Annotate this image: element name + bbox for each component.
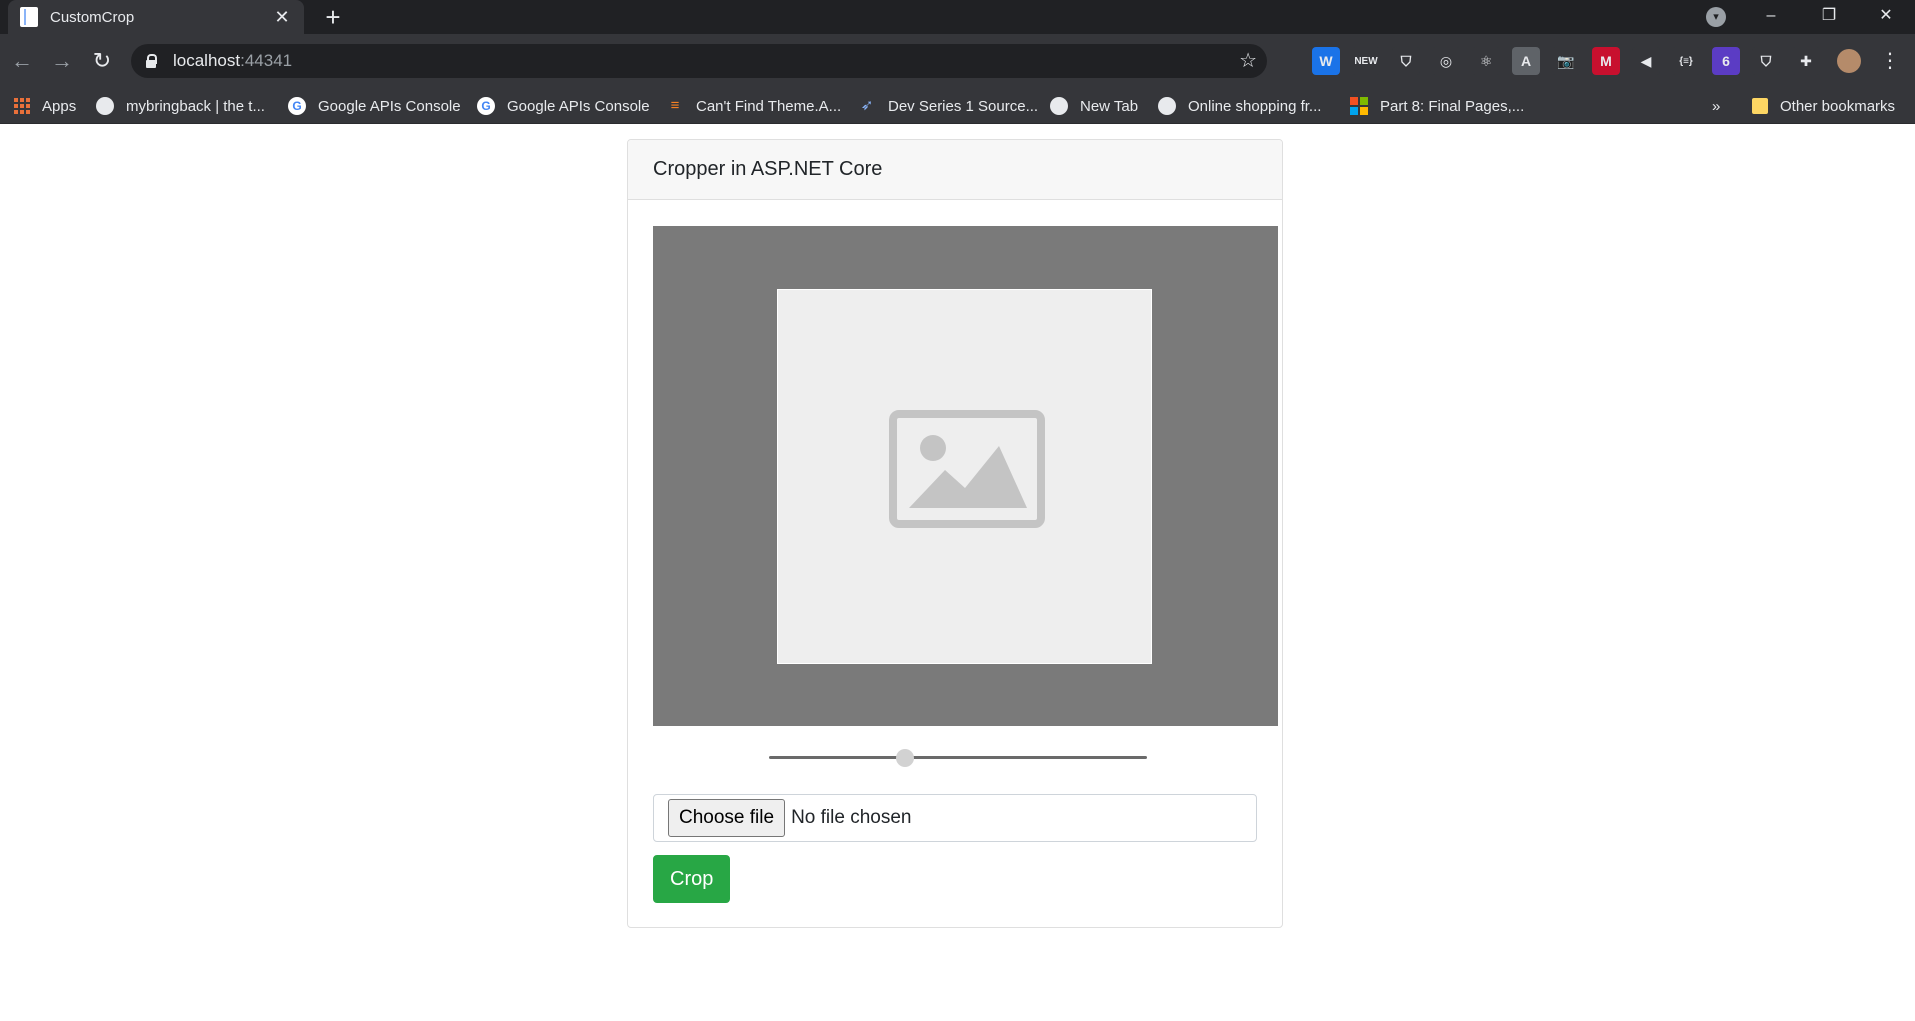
zoom-slider-track <box>769 756 1147 759</box>
new-badge-icon[interactable]: NEW <box>1352 47 1380 75</box>
image-preview[interactable] <box>777 289 1152 664</box>
tab-strip: CustomCrop ✕ + ▾ – ❐ ✕ <box>0 0 1915 34</box>
bookmark-new-tab[interactable]: New Tab <box>1050 88 1138 124</box>
extensions-row: W NEW ⛉ ◎ ⚛ A 📷 M ◀ {≡} 6 ⛉ ✚ <box>1312 47 1832 75</box>
image-placeholder-icon <box>889 410 1045 528</box>
shield-icon[interactable]: ⛉ <box>1392 47 1420 75</box>
bookmark-label: Google APIs Console <box>318 97 461 115</box>
choose-file-button[interactable]: Choose file <box>668 799 786 837</box>
json-icon[interactable]: {≡} <box>1672 47 1700 75</box>
apps-grid-icon <box>14 98 30 114</box>
bookmark-cant-find-theme[interactable]: ≡ Can't Find Theme.A... <box>666 88 842 124</box>
minimize-button[interactable]: – <box>1742 0 1800 34</box>
close-window-button[interactable]: ✕ <box>1857 0 1915 34</box>
browser-menu-icon[interactable]: ⋮ <box>1880 47 1900 75</box>
target-icon[interactable]: ◎ <box>1432 47 1460 75</box>
speaker-icon[interactable]: ◀ <box>1632 47 1660 75</box>
reload-icon[interactable]: ↻ <box>88 47 116 75</box>
bookmark-label: Part 8: Final Pages,... <box>1380 97 1525 115</box>
back-arrow-icon[interactable]: ← <box>8 47 36 75</box>
tab-search-icon[interactable]: ▾ <box>1706 7 1726 27</box>
bookmark-label: mybringback | the t... <box>126 97 265 115</box>
bookmark-label: Other bookmarks <box>1780 97 1896 115</box>
bookmark-label: Dev Series 1 Source... <box>888 97 1039 115</box>
page-favicon-icon <box>20 7 38 27</box>
restore-button[interactable]: ❐ <box>1800 0 1858 34</box>
font-icon[interactable]: A <box>1512 47 1540 75</box>
bookmarks-bar: Apps mybringback | the t... G Google API… <box>0 88 1915 124</box>
zoom-slider[interactable] <box>769 748 1147 768</box>
browser-toolbar: ← → ↻ localhost:44341 ☆ W NEW ⛉ ◎ ⚛ A 📷 M ◀ {≡} 6 ⛉… <box>0 34 1915 88</box>
globe-icon <box>1158 97 1176 115</box>
crop-canvas[interactable] <box>653 226 1278 726</box>
profile-avatar[interactable] <box>1837 49 1861 73</box>
bookmark-part-8[interactable]: Part 8: Final Pages,... <box>1350 88 1524 124</box>
zoom-slider-thumb[interactable] <box>896 749 915 767</box>
bookmark-dev-series[interactable]: ➶ Dev Series 1 Source... <box>858 88 1038 124</box>
url-host: localhost <box>173 51 241 70</box>
card-title: Cropper in ASP.NET Core <box>653 158 883 180</box>
cropper-card: Cropper in ASP.NET Core Choose file No f… <box>627 139 1283 928</box>
bookmark-online-shopping[interactable]: Online shopping fr... <box>1158 88 1321 124</box>
card-header: Cropper in ASP.NET Core <box>628 140 1282 200</box>
lock-icon <box>145 54 157 68</box>
stack-badge-icon[interactable]: 6 <box>1712 47 1740 75</box>
url-port: :44341 <box>240 51 293 70</box>
stackoverflow-icon: ≡ <box>670 97 680 114</box>
bookmark-other-bookmarks[interactable]: Other bookmarks <box>1752 88 1895 124</box>
crop-button[interactable]: Crop <box>653 855 731 903</box>
bookmark-mybringback[interactable]: mybringback | the t... <box>96 88 265 124</box>
folder-icon <box>1752 98 1768 114</box>
bookmark-google-apis-1[interactable]: G Google APIs Console <box>288 88 461 124</box>
file-status-text: No file chosen <box>791 807 912 828</box>
rocket-icon: ➶ <box>860 97 874 114</box>
microsoft-icon <box>1350 97 1368 115</box>
browser-tab-active[interactable]: CustomCrop ✕ <box>8 0 304 34</box>
forward-arrow-icon[interactable]: → <box>48 47 76 75</box>
puzzle-icon[interactable]: ✚ <box>1792 47 1820 75</box>
google-icon: G <box>288 97 306 115</box>
bookmark-label: Can't Find Theme.A... <box>696 97 842 115</box>
camera-icon[interactable]: 📷 <box>1552 47 1580 75</box>
pocket-icon[interactable]: ⛉ <box>1752 47 1780 75</box>
tab-close-icon[interactable]: ✕ <box>272 7 292 28</box>
bookmark-google-apis-2[interactable]: G Google APIs Console <box>477 88 650 124</box>
bookmark-apps[interactable]: Apps <box>14 88 76 124</box>
bookmarks-overflow-button[interactable]: » <box>1712 88 1720 124</box>
bookmark-label: Apps <box>42 97 77 115</box>
tab-title: CustomCrop <box>50 8 135 26</box>
globe-icon <box>96 97 114 115</box>
new-tab-button[interactable]: + <box>318 2 348 32</box>
file-upload-field[interactable]: Choose file No file chosen <box>653 794 1257 842</box>
globe-icon <box>1050 97 1068 115</box>
mcafee-icon[interactable]: M <box>1592 47 1620 75</box>
google-icon: G <box>477 97 495 115</box>
bookmark-label: Google APIs Console <box>507 97 650 115</box>
wappalyzer-icon[interactable]: W <box>1312 47 1340 75</box>
address-bar[interactable]: localhost:44341 ☆ <box>131 44 1267 78</box>
react-icon[interactable]: ⚛ <box>1472 47 1500 75</box>
bookmark-label: New Tab <box>1080 97 1139 115</box>
bookmark-label: Online shopping fr... <box>1188 97 1322 115</box>
bookmark-star-icon[interactable]: ☆ <box>1239 48 1257 73</box>
